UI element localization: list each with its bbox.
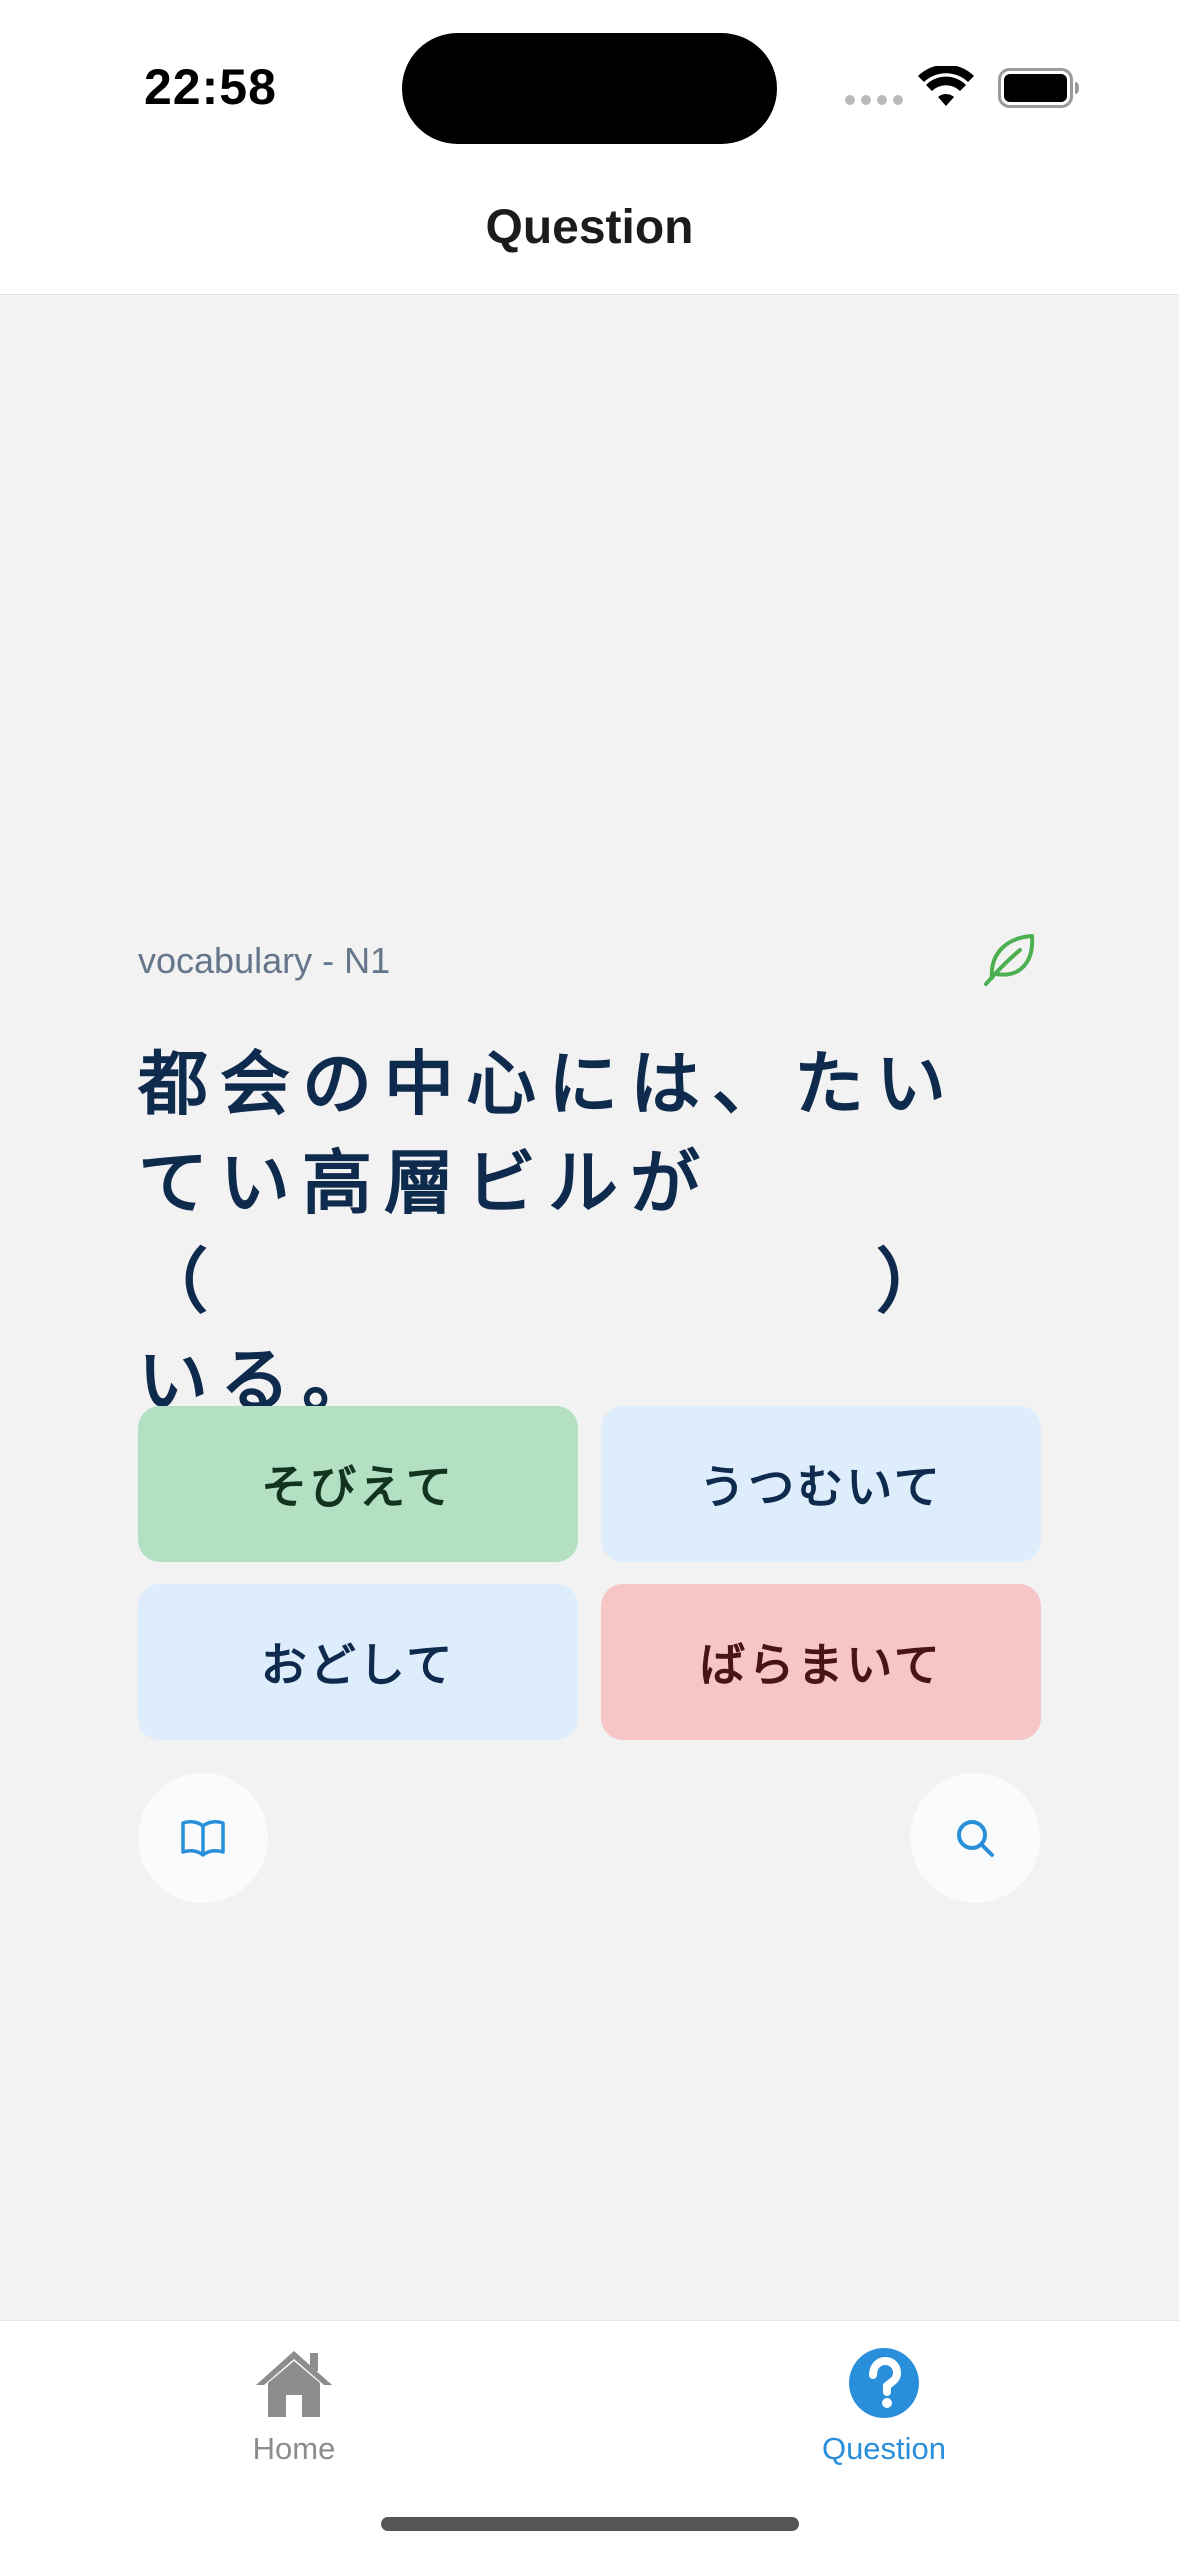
dictionary-button[interactable] (138, 1773, 268, 1903)
navigation-header: Question (0, 170, 1179, 295)
search-button[interactable] (910, 1773, 1040, 1903)
page-title: Question (485, 201, 694, 254)
answer-option-2[interactable]: うつむいて (601, 1406, 1041, 1562)
answer-option-3[interactable]: おどして (138, 1584, 578, 1740)
answer-option-1[interactable]: そびえて (138, 1406, 578, 1562)
tab-question[interactable]: Question (734, 2321, 1034, 2481)
question-category: vocabulary - N1 (138, 940, 391, 981)
question-text: 都会の中心には、たいてい高層ビルが （ ）いる。 (138, 1043, 958, 1422)
status-time: 22:58 (144, 59, 277, 115)
answer-options: そびえて うつむいて おどして ばらまいて (138, 1406, 1041, 1740)
tab-bar: Home Question (0, 2320, 1179, 2557)
search-icon (957, 1820, 994, 1857)
status-bar: 22:58 (0, 0, 1179, 170)
leaf-icon (984, 934, 1035, 986)
tab-home[interactable]: Home (144, 2321, 444, 2481)
tab-question-label: Question (821, 2431, 947, 2466)
wifi-icon (918, 66, 974, 106)
home-icon (256, 2351, 332, 2417)
answer-option-4[interactable]: ばらまいて (601, 1584, 1041, 1740)
cellular-signal-icon (845, 95, 903, 105)
home-indicator[interactable] (381, 2517, 799, 2531)
question-circle-icon (849, 2348, 919, 2418)
book-icon (181, 1820, 225, 1857)
dynamic-island (402, 33, 777, 144)
tab-home-label: Home (252, 2431, 336, 2466)
battery-icon (998, 68, 1079, 108)
